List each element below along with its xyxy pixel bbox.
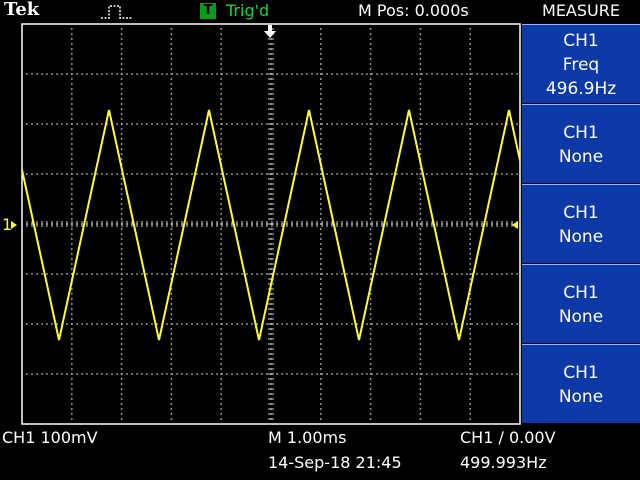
- trigger-level-marker-icon: [512, 221, 518, 229]
- graticule: [11, 23, 521, 425]
- ch1-marker-label: 1: [2, 215, 13, 234]
- trigger-frequency-readout: 499.993Hz: [460, 453, 547, 472]
- timebase-readout: M 1.00ms: [268, 428, 347, 447]
- trigger-position-arrow-icon: [264, 31, 276, 38]
- datetime-readout: 14-Sep-18 21:45: [268, 453, 402, 472]
- grid-dots: [26, 28, 518, 420]
- ch1-scale-readout: CH1 100mV: [2, 428, 98, 447]
- oscilloscope-screen: Tek T Trig'd M Pos: 0.000s MEASURE CH1 F…: [0, 0, 640, 480]
- trigger-setting-readout: CH1 ∕ 0.00V: [460, 428, 556, 447]
